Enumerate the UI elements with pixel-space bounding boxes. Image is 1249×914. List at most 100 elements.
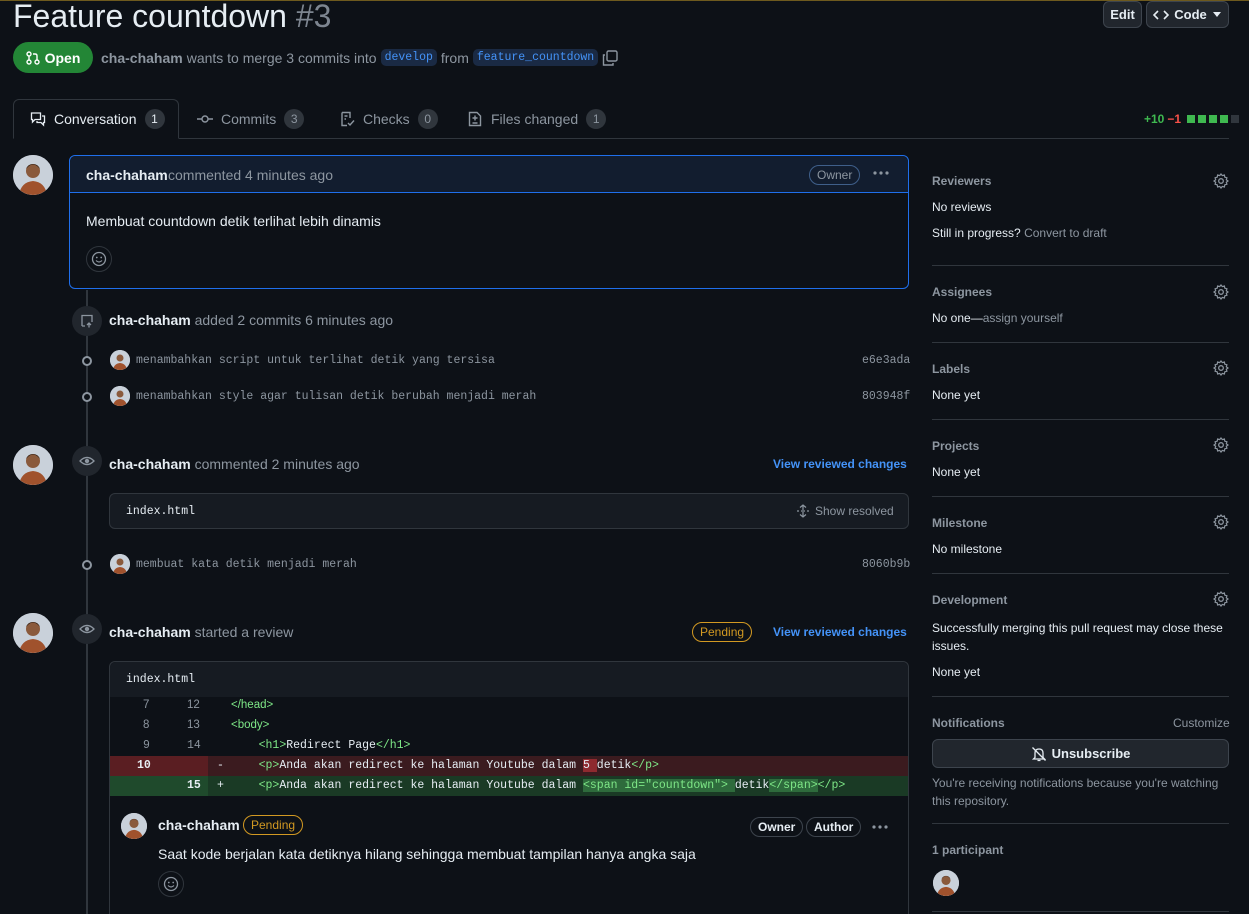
projects-title[interactable]: Projects: [932, 439, 979, 453]
tab-counter: 0: [417, 109, 438, 129]
commit-avatar[interactable]: [110, 386, 130, 406]
diff-line: 8 13 <body>: [110, 716, 908, 736]
progress-text: Still in progress?: [932, 226, 1021, 240]
projects-value: None yet: [932, 465, 981, 479]
new-line-number: 14: [187, 739, 201, 752]
review-event-text: cha-chaham commented 2 minutes ago: [109, 456, 360, 472]
tab-label: Checks: [363, 111, 410, 127]
add-reaction-button[interactable]: [158, 871, 184, 897]
commit-message[interactable]: menambahkan script untuk terlihat detik …: [136, 354, 495, 367]
commit-sha[interactable]: 803948f: [862, 390, 910, 403]
participant-avatar[interactable]: [933, 870, 959, 896]
show-resolved-button[interactable]: Show resolved: [796, 504, 894, 518]
unsubscribe-button[interactable]: Unsubscribe: [932, 739, 1229, 768]
kebab-horizontal-icon[interactable]: [871, 822, 889, 832]
edit-button[interactable]: Edit: [1103, 1, 1142, 28]
tab-conversation[interactable]: Conversation 1: [13, 99, 179, 139]
reply-author[interactable]: cha-chaham: [158, 817, 240, 833]
file-name[interactable]: index.html: [126, 673, 195, 686]
gear-icon[interactable]: [1213, 437, 1229, 453]
old-line-number: 7: [143, 699, 150, 711]
sidebar-divider: [932, 911, 1229, 912]
gear-icon[interactable]: [1213, 173, 1229, 189]
copy-icon[interactable]: [602, 49, 618, 66]
avatar[interactable]: [13, 613, 53, 653]
timeline-line: [86, 290, 88, 914]
reviewers-value: No reviews: [932, 200, 992, 214]
gear-icon[interactable]: [1213, 591, 1229, 607]
tabs-divider: [13, 138, 1229, 139]
gear-icon[interactable]: [1213, 360, 1229, 376]
view-reviewed-changes-link[interactable]: View reviewed changes: [773, 625, 907, 639]
commit-sha[interactable]: 8060b9b: [862, 558, 910, 571]
reviewers-title[interactable]: Reviewers: [932, 174, 991, 188]
avatar-image: [13, 445, 53, 485]
code-icon: [1153, 9, 1170, 20]
gear-icon[interactable]: [1213, 514, 1229, 530]
labels-title[interactable]: Labels: [932, 362, 970, 376]
event-author[interactable]: cha-chaham: [109, 456, 191, 472]
tab-commits[interactable]: Commits 3: [197, 99, 305, 139]
kebab-horizontal-icon[interactable]: [872, 168, 890, 178]
assign-yourself-link[interactable]: assign yourself: [983, 311, 1063, 325]
pr-author-link[interactable]: cha-chaham: [101, 50, 183, 66]
commit-avatar[interactable]: [110, 350, 130, 370]
gear-icon[interactable]: [1213, 284, 1229, 300]
review-event-text: cha-chaham started a review: [109, 624, 293, 640]
code-tag: </p>: [817, 779, 846, 792]
customize-link[interactable]: Customize: [1173, 716, 1230, 730]
event-author[interactable]: cha-chaham: [109, 624, 191, 640]
tab-files-changed[interactable]: Files changed 1: [467, 99, 607, 139]
convert-to-draft-link[interactable]: Convert to draft: [1024, 226, 1107, 240]
commit-message[interactable]: membuat kata detik menjadi merah: [136, 558, 357, 571]
commit-message[interactable]: menambahkan style agar tulisan detik ber…: [136, 390, 536, 403]
tab-checks[interactable]: Checks 0: [339, 99, 438, 139]
commit-avatar[interactable]: [110, 554, 130, 574]
code-tag: <p>: [258, 779, 280, 792]
code-text: detik: [734, 779, 770, 792]
tab-counter: 1: [144, 109, 165, 129]
add-reaction-button[interactable]: [86, 246, 112, 272]
avatar-image: [933, 870, 959, 896]
avatar[interactable]: [13, 445, 53, 485]
smiley-icon: [91, 251, 107, 267]
file-name[interactable]: index.html: [126, 505, 195, 518]
avatar[interactable]: [13, 155, 53, 195]
event-author[interactable]: cha-chaham: [109, 312, 191, 328]
development-title[interactable]: Development: [932, 593, 1007, 607]
avatar-image: [13, 155, 53, 195]
code-text: Anda akan redirect ke halaman Youtube da…: [279, 779, 583, 792]
chevron-down-icon: [1212, 11, 1221, 17]
view-reviewed-changes-link[interactable]: View reviewed changes: [773, 457, 907, 471]
comment-author[interactable]: cha-chaham: [86, 167, 168, 183]
assignees-none: No one—: [932, 311, 983, 325]
base-branch[interactable]: develop: [380, 49, 437, 66]
milestone-title[interactable]: Milestone: [932, 516, 987, 530]
unsubscribe-label: Unsubscribe: [1051, 746, 1131, 761]
tab-label: Commits: [221, 111, 277, 127]
review-event-badge: [72, 614, 102, 644]
code-tag: <p>: [258, 759, 280, 772]
avatar-image: [110, 386, 130, 406]
commit-sha[interactable]: e6e3ada: [862, 354, 910, 367]
comment-timestamp[interactable]: commented 4 minutes ago: [168, 167, 333, 183]
diffstat-additions: +10: [1144, 112, 1165, 126]
notification-reason: You're receiving notifications because y…: [932, 776, 1219, 808]
code-text: Redirect Page: [286, 739, 376, 752]
sidebar-divider: [932, 419, 1229, 420]
new-line-number: 13: [187, 719, 200, 731]
draft-prompt: Still in progress? Convert to draft: [932, 226, 1107, 240]
code-label: Code: [1174, 7, 1207, 22]
merge-summary: cha-chaham wants to merge 3 commits into…: [101, 49, 618, 66]
assignees-title[interactable]: Assignees: [932, 285, 992, 299]
diffstat: +10 −1: [1144, 112, 1240, 126]
reply-avatar[interactable]: [121, 813, 147, 839]
edit-label: Edit: [1110, 7, 1135, 22]
head-branch[interactable]: feature_countdown: [472, 49, 599, 66]
code-highlight: </span>: [769, 779, 818, 792]
code-button[interactable]: Code: [1146, 1, 1229, 28]
code-text: detik: [596, 759, 632, 772]
code-indent: [231, 759, 259, 772]
owner-badge: Owner: [809, 165, 861, 185]
code-line: </head>: [231, 699, 273, 711]
